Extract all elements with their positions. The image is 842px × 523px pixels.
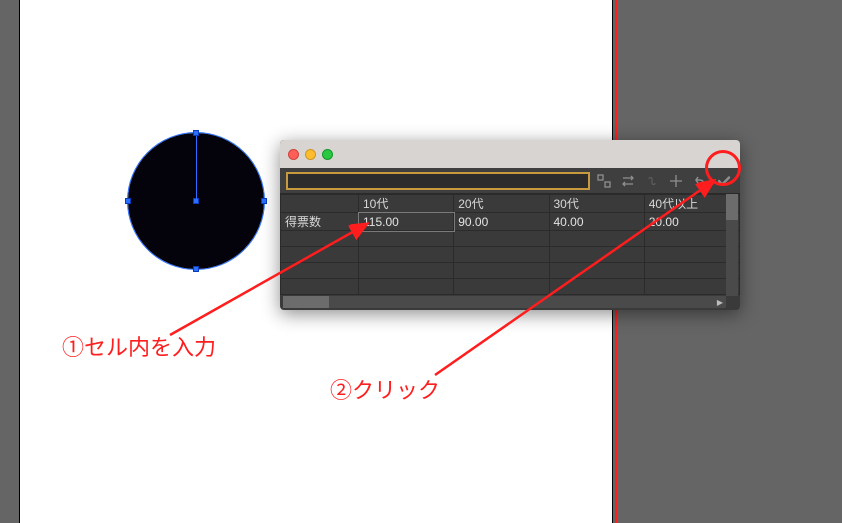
grid-options-icon[interactable] bbox=[666, 171, 686, 191]
empty-cell[interactable] bbox=[359, 279, 454, 295]
empty-cell[interactable] bbox=[549, 247, 644, 263]
row-header-empty[interactable] bbox=[281, 263, 359, 279]
empty-cell[interactable] bbox=[359, 247, 454, 263]
column-header-2[interactable]: 30代 bbox=[549, 195, 644, 213]
empty-cell[interactable] bbox=[549, 263, 644, 279]
cell-0-0[interactable]: 115.00 bbox=[359, 213, 454, 231]
window-titlebar[interactable] bbox=[280, 140, 740, 168]
cell-0-1[interactable]: 90.00 bbox=[454, 213, 549, 231]
panel-scrollbar-horizontal[interactable]: ◀ ▶ bbox=[283, 296, 726, 308]
row-header-empty[interactable] bbox=[281, 231, 359, 247]
scroll-right-icon[interactable]: ▶ bbox=[714, 296, 726, 308]
window-minimize-button[interactable] bbox=[305, 149, 316, 160]
circle-radius-line bbox=[196, 136, 197, 201]
annotation-2-text: ②クリック bbox=[330, 373, 440, 405]
swap-cols-icon[interactable] bbox=[618, 171, 638, 191]
column-header-1[interactable]: 20代 bbox=[454, 195, 549, 213]
empty-cell[interactable] bbox=[454, 263, 549, 279]
row-header-empty[interactable] bbox=[281, 247, 359, 263]
scroll-thumb-h[interactable] bbox=[283, 296, 329, 308]
header-cell-empty[interactable] bbox=[281, 195, 359, 213]
empty-cell[interactable] bbox=[359, 263, 454, 279]
selection-handle-w[interactable] bbox=[125, 198, 131, 204]
scroll-thumb-v[interactable] bbox=[726, 194, 738, 220]
link-icon bbox=[642, 171, 662, 191]
empty-cell[interactable] bbox=[454, 279, 549, 295]
empty-cell[interactable] bbox=[359, 231, 454, 247]
annotation-1-text: ①セル内を入力 bbox=[62, 330, 216, 362]
selected-circle-object[interactable] bbox=[128, 133, 264, 269]
row-header-empty[interactable] bbox=[281, 279, 359, 295]
empty-cell[interactable] bbox=[549, 231, 644, 247]
annotation-2-highlight-circle bbox=[705, 150, 741, 186]
panel-scrollbar-vertical[interactable] bbox=[726, 194, 738, 296]
empty-cell[interactable] bbox=[454, 231, 549, 247]
data-table-panel: 10代 20代 30代 40代以上 得票数 115.00 90.00 40.00… bbox=[280, 140, 740, 310]
data-grid[interactable]: 10代 20代 30代 40代以上 得票数 115.00 90.00 40.00… bbox=[280, 194, 740, 296]
row-header-0[interactable]: 得票数 bbox=[281, 213, 359, 231]
selection-handle-e[interactable] bbox=[261, 198, 267, 204]
empty-cell[interactable] bbox=[454, 247, 549, 263]
panel-toolbar bbox=[280, 168, 740, 194]
window-zoom-button[interactable] bbox=[322, 149, 333, 160]
selection-handle-s[interactable] bbox=[193, 266, 199, 272]
transpose-icon[interactable] bbox=[594, 171, 614, 191]
cell-0-2[interactable]: 40.00 bbox=[549, 213, 644, 231]
window-close-button[interactable] bbox=[288, 149, 299, 160]
cell-value-input[interactable] bbox=[286, 172, 590, 190]
empty-cell[interactable] bbox=[549, 279, 644, 295]
column-header-0[interactable]: 10代 bbox=[359, 195, 454, 213]
